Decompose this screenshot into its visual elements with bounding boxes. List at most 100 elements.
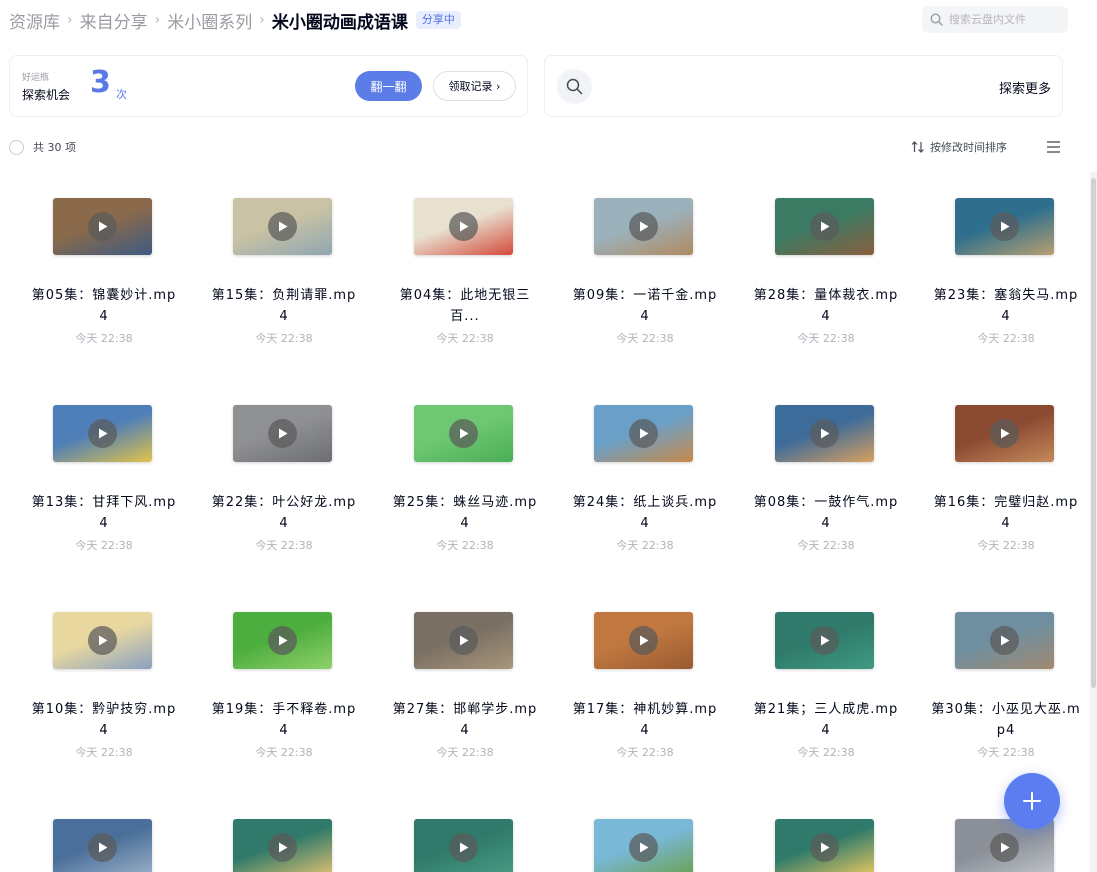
file-name[interactable]: 第27集：邯郸学步.mp4 [390, 699, 540, 741]
search-box[interactable] [922, 6, 1068, 33]
video-thumbnail[interactable] [775, 198, 874, 255]
file-modified-time: 今天 22:38 [436, 746, 494, 759]
file-name[interactable]: 第28集：量体裁衣.mp4 [751, 285, 901, 327]
explore-search-icon[interactable] [557, 69, 592, 104]
file-name[interactable]: 第25集：蛛丝马迹.mp4 [390, 492, 540, 534]
video-thumbnail[interactable] [594, 612, 693, 669]
play-icon[interactable] [810, 419, 839, 448]
video-thumbnail[interactable] [775, 819, 874, 872]
play-icon[interactable] [88, 833, 117, 862]
play-icon[interactable] [449, 833, 478, 862]
video-thumbnail[interactable] [233, 405, 332, 462]
play-icon[interactable] [990, 833, 1019, 862]
breadcrumb: 资源库 › 来自分享 › 米小圈系列 › 米小圈动画成语课 分享中 [9, 6, 461, 34]
file-modified-time: 今天 22:38 [616, 539, 674, 552]
play-icon[interactable] [268, 626, 297, 655]
play-icon[interactable] [629, 833, 658, 862]
explore-card[interactable]: 探索更多 [544, 55, 1063, 117]
file-name[interactable]: 第13集：甘拜下风.mp4 [29, 492, 179, 534]
video-thumbnail[interactable] [414, 612, 513, 669]
file-name[interactable]: 第08集：一鼓作气.mp4 [751, 492, 901, 534]
scrollbar-thumb[interactable] [1091, 178, 1096, 688]
sort-label: 按修改时间排序 [930, 141, 1007, 154]
file-name[interactable]: 第16集：完璧归赵.mp4 [931, 492, 1081, 534]
file-modified-time: 今天 22:38 [797, 746, 855, 759]
breadcrumb-item-library[interactable]: 资源库 [9, 8, 60, 33]
video-thumbnail[interactable] [233, 198, 332, 255]
file-name[interactable]: 第30集：小巫见大巫.mp4 [931, 699, 1081, 741]
explore-chance-label: 探索机会 [22, 88, 71, 102]
play-icon[interactable] [990, 212, 1019, 241]
video-thumbnail[interactable] [775, 405, 874, 462]
explore-more-link[interactable]: 探索更多 [999, 78, 1051, 97]
select-all-radio[interactable] [9, 139, 24, 155]
video-thumbnail[interactable] [233, 612, 332, 669]
video-thumbnail[interactable] [53, 819, 152, 872]
play-icon[interactable] [629, 626, 658, 655]
file-name[interactable]: 第24集：纸上谈兵.mp4 [570, 492, 720, 534]
video-thumbnail[interactable] [414, 198, 513, 255]
file-modified-time: 今天 22:38 [616, 332, 674, 345]
play-icon[interactable] [629, 212, 658, 241]
video-thumbnail[interactable] [53, 612, 152, 669]
file-modified-time: 今天 22:38 [75, 332, 133, 345]
play-icon[interactable] [449, 419, 478, 448]
play-icon[interactable] [990, 419, 1019, 448]
video-thumbnail[interactable] [775, 612, 874, 669]
video-thumbnail[interactable] [53, 198, 152, 255]
video-thumbnail[interactable] [414, 819, 513, 872]
claim-record-button[interactable]: 领取记录 › [433, 71, 516, 101]
file-name[interactable]: 第17集：神机妙算.mp4 [570, 699, 720, 741]
file-name[interactable]: 第05集：锦囊妙计.mp4 [29, 285, 179, 327]
breadcrumb-item-series[interactable]: 米小圈系列 [167, 8, 252, 33]
chance-count: 3 [90, 65, 111, 100]
lucky-bottle-card: 好运瓶 探索机会 3 次 翻一翻 领取记录 › [9, 55, 528, 117]
file-name[interactable]: 第09集：一诺千金.mp4 [570, 285, 720, 327]
breadcrumb-item-shared[interactable]: 来自分享 [80, 8, 148, 33]
search-icon [930, 13, 943, 26]
file-modified-time: 今天 22:38 [977, 332, 1035, 345]
chance-unit: 次 [116, 88, 127, 101]
video-thumbnail[interactable] [955, 405, 1054, 462]
play-icon[interactable] [268, 419, 297, 448]
file-name[interactable]: 第10集：黔驴技穷.mp4 [29, 699, 179, 741]
file-modified-time: 今天 22:38 [75, 746, 133, 759]
play-icon[interactable] [268, 833, 297, 862]
sharing-status-badge[interactable]: 分享中 [415, 11, 461, 29]
select-all[interactable]: 共 30 项 [9, 139, 76, 155]
file-name[interactable]: 第23集：塞翁失马.mp4 [931, 285, 1081, 327]
list-view-icon[interactable] [1046, 140, 1061, 154]
play-icon[interactable] [88, 626, 117, 655]
play-icon[interactable] [990, 626, 1019, 655]
video-thumbnail[interactable] [955, 612, 1054, 669]
play-icon[interactable] [810, 212, 839, 241]
video-thumbnail[interactable] [233, 819, 332, 872]
file-name[interactable]: 第15集：负荆请罪.mp4 [209, 285, 359, 327]
add-button[interactable] [1004, 773, 1060, 829]
video-thumbnail[interactable] [594, 405, 693, 462]
video-thumbnail[interactable] [955, 198, 1054, 255]
search-input[interactable] [949, 13, 1059, 26]
file-name[interactable]: 第19集：手不释卷.mp4 [209, 699, 359, 741]
play-icon[interactable] [88, 419, 117, 448]
video-thumbnail[interactable] [53, 405, 152, 462]
file-modified-time: 今天 22:38 [75, 539, 133, 552]
play-icon[interactable] [449, 626, 478, 655]
play-icon[interactable] [449, 212, 478, 241]
sort-arrows-icon [911, 141, 924, 153]
video-thumbnail[interactable] [414, 405, 513, 462]
file-name[interactable]: 第22集：叶公好龙.mp4 [209, 492, 359, 534]
play-icon[interactable] [810, 626, 839, 655]
play-icon[interactable] [810, 833, 839, 862]
video-thumbnail[interactable] [594, 198, 693, 255]
play-icon[interactable] [629, 419, 658, 448]
play-icon[interactable] [268, 212, 297, 241]
video-thumbnail[interactable] [594, 819, 693, 872]
flip-button[interactable]: 翻一翻 [355, 71, 422, 101]
file-name[interactable]: 第21集；三人成虎.mp4 [751, 699, 901, 741]
cloud-drive-page: 资源库 › 来自分享 › 米小圈系列 › 米小圈动画成语课 分享中 好运瓶 探索… [0, 0, 1097, 872]
sort-button[interactable]: 按修改时间排序 [911, 139, 1007, 155]
play-icon[interactable] [88, 212, 117, 241]
file-modified-time: 今天 22:38 [977, 539, 1035, 552]
file-name[interactable]: 第04集：此地无银三百... [390, 285, 540, 327]
